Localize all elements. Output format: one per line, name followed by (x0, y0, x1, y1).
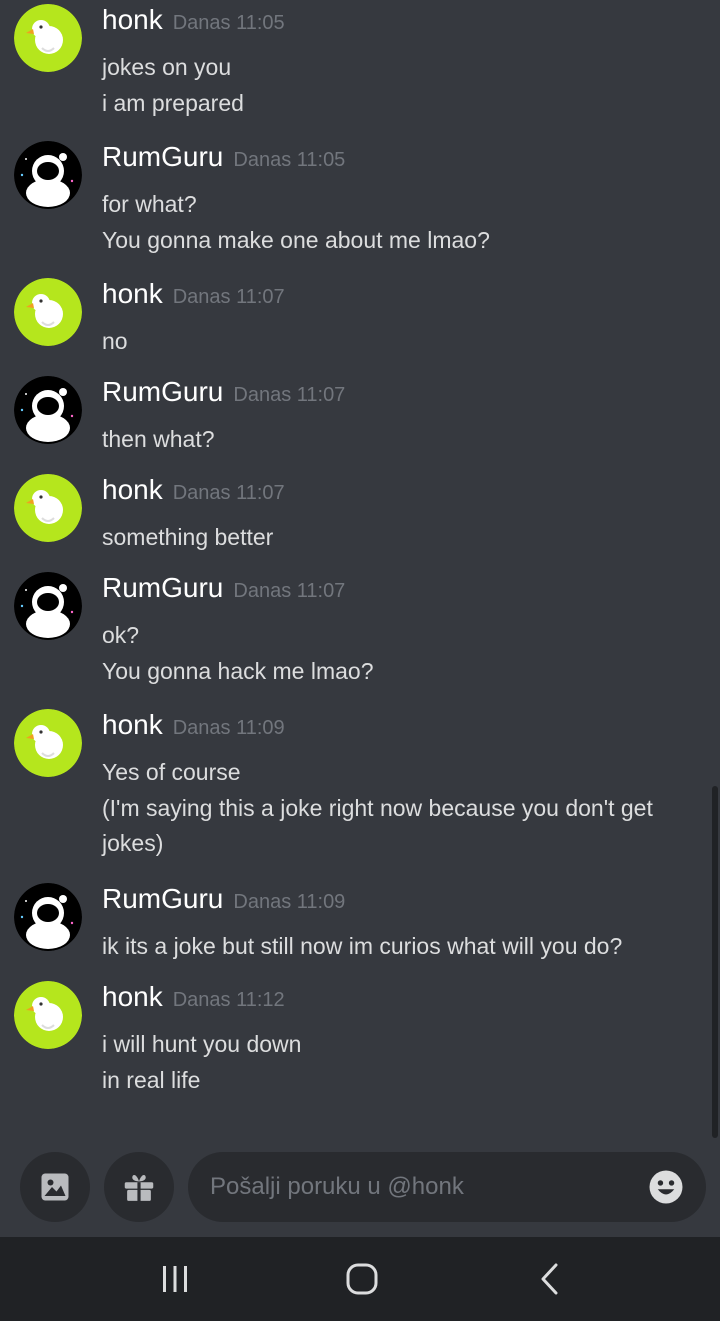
message-content: ik its a joke but still now im curios wh… (102, 929, 702, 965)
message-input[interactable]: Pošalji poruku u @honk (188, 1152, 706, 1222)
gift-button[interactable] (104, 1152, 174, 1222)
emoji-button[interactable] (648, 1169, 684, 1205)
message-content: then what? (102, 422, 702, 458)
message-line: i will hunt you down (102, 1031, 302, 1057)
image-upload-button[interactable] (20, 1152, 90, 1222)
message-content: i will hunt you down in real life (102, 1027, 702, 1098)
message-header: RumGuru Danas 11:07 (102, 376, 345, 408)
message-line: ok? (102, 622, 140, 648)
astronaut-avatar[interactable] (14, 141, 82, 209)
home-icon (346, 1263, 378, 1295)
message-line: jokes) (102, 830, 164, 856)
author-name[interactable]: honk (102, 474, 163, 505)
author-name[interactable]: honk (102, 709, 163, 740)
gift-icon (124, 1174, 154, 1202)
message-content: ok? You gonna hack me lmao? (102, 618, 702, 689)
timestamp: Danas 11:07 (172, 286, 285, 308)
home-button[interactable] (342, 1259, 382, 1299)
scrollbar[interactable] (712, 786, 718, 1138)
message-line: for what? (102, 191, 197, 217)
timestamp: Danas 11:09 (172, 717, 285, 739)
message-line: in real life (102, 1066, 201, 1093)
message-content: jokes on you i am prepared (102, 50, 702, 121)
astronaut-avatar[interactable] (14, 883, 82, 951)
message-line: ik its a joke but still now im curios wh… (102, 933, 623, 959)
goose-avatar[interactable] (14, 709, 82, 777)
author-name[interactable]: honk (102, 278, 163, 309)
message-line: jokes on you (102, 54, 232, 80)
system-navigation-bar (0, 1237, 720, 1321)
timestamp: Danas 11:05 (233, 149, 346, 171)
timestamp: Danas 11:07 (172, 482, 285, 504)
recent-apps-icon (163, 1266, 187, 1292)
timestamp: Danas 11:12 (172, 989, 285, 1011)
message-input-placeholder: Pošalji poruku u @honk (210, 1173, 464, 1200)
goose-avatar[interactable] (14, 4, 82, 72)
image-icon (41, 1173, 69, 1201)
author-name[interactable]: RumGuru (102, 572, 223, 603)
message-line: no (102, 328, 128, 354)
author-name[interactable]: honk (102, 981, 163, 1012)
back-button[interactable] (530, 1259, 570, 1299)
message-header: honk Danas 11:09 (102, 709, 285, 741)
message-header: honk Danas 11:12 (102, 981, 285, 1013)
emoji-icon (649, 1170, 683, 1204)
author-name[interactable]: honk (102, 4, 163, 35)
message-header: honk Danas 11:07 (102, 474, 285, 506)
timestamp: Danas 11:07 (233, 384, 346, 406)
message-composer: Pošalji poruku u @honk (0, 1140, 720, 1237)
timestamp: Danas 11:05 (172, 12, 285, 34)
message-content: no (102, 324, 702, 360)
author-name[interactable]: RumGuru (102, 141, 223, 172)
goose-avatar[interactable] (14, 981, 82, 1049)
message-content: for what? You gonna make one about me lma… (102, 187, 702, 258)
message-line: then what? (102, 426, 215, 452)
message-header: honk Danas 11:05 (102, 4, 285, 36)
message-header: RumGuru Danas 11:05 (102, 141, 345, 173)
message-content: something better (102, 520, 702, 556)
message-line: You gonna hack me lmao? (102, 657, 374, 684)
message-list[interactable]: honk Danas 11:05 jokes on you i am prepared… (0, 0, 720, 1140)
message-line: (I'm saying this a joke right now becaus… (102, 794, 653, 821)
message-line: Yes of course (102, 759, 241, 785)
message-header: RumGuru Danas 11:09 (102, 883, 345, 915)
goose-avatar[interactable] (14, 278, 82, 346)
back-icon (541, 1263, 558, 1295)
goose-avatar[interactable] (14, 474, 82, 542)
astronaut-avatar[interactable] (14, 572, 82, 640)
message-line: something better (102, 524, 274, 550)
recent-apps-button[interactable] (155, 1259, 195, 1299)
author-name[interactable]: RumGuru (102, 376, 223, 407)
astronaut-avatar[interactable] (14, 376, 82, 444)
timestamp: Danas 11:09 (233, 891, 346, 913)
author-name[interactable]: RumGuru (102, 883, 223, 914)
message-line: You gonna make one about me lmao? (102, 226, 490, 253)
message-content: Yes of course (I'm saying this a joke rig… (102, 755, 702, 862)
timestamp: Danas 11:07 (233, 580, 346, 602)
message-header: honk Danas 11:07 (102, 278, 285, 310)
message-line: i am prepared (102, 89, 244, 116)
message-header: RumGuru Danas 11:07 (102, 572, 345, 604)
